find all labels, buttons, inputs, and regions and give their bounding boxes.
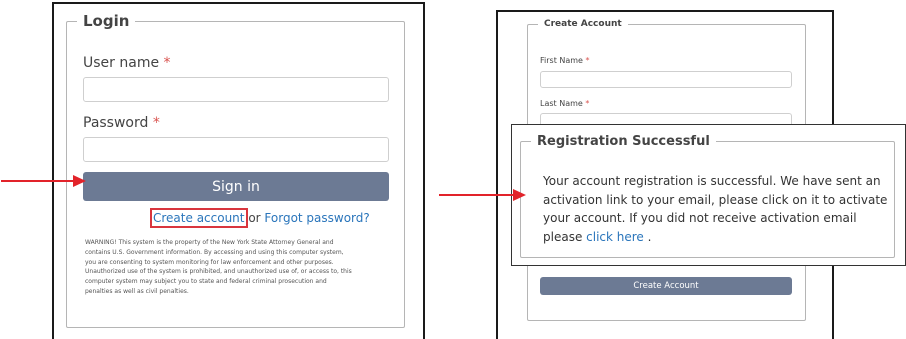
last-name-label: Last Name * <box>540 99 590 108</box>
first-name-input[interactable] <box>540 71 792 88</box>
arrow-right-icon <box>1 175 86 187</box>
password-label: Password * <box>83 115 160 131</box>
registration-legend: Registration Successful <box>537 134 710 149</box>
required-mark: * <box>163 55 171 71</box>
arrow-right-icon <box>439 189 526 201</box>
required-mark: * <box>152 115 160 131</box>
click-here-link[interactable]: click here <box>586 230 644 244</box>
first-name-label: First Name * <box>540 56 590 65</box>
or-text: or <box>244 211 265 225</box>
required-mark: * <box>585 99 590 108</box>
forgot-password-link[interactable]: Forgot password? <box>264 211 369 225</box>
create-account-legend: Create Account <box>544 19 622 29</box>
account-links: Create account or Forgot password? <box>150 208 370 228</box>
required-mark: * <box>585 56 590 65</box>
last-name-input[interactable] <box>540 113 792 124</box>
warning-notice: WARNING! This system is the property of … <box>85 239 352 295</box>
login-legend: Login <box>83 12 130 30</box>
username-input[interactable] <box>83 77 389 102</box>
registration-message: Your account registration is successful.… <box>543 174 888 244</box>
sign-in-button[interactable]: Sign in <box>83 172 389 201</box>
username-label: User name * <box>83 55 171 71</box>
create-account-button[interactable]: Create Account <box>540 277 792 295</box>
password-input[interactable] <box>83 137 389 162</box>
create-account-link[interactable]: Create account <box>150 208 248 228</box>
